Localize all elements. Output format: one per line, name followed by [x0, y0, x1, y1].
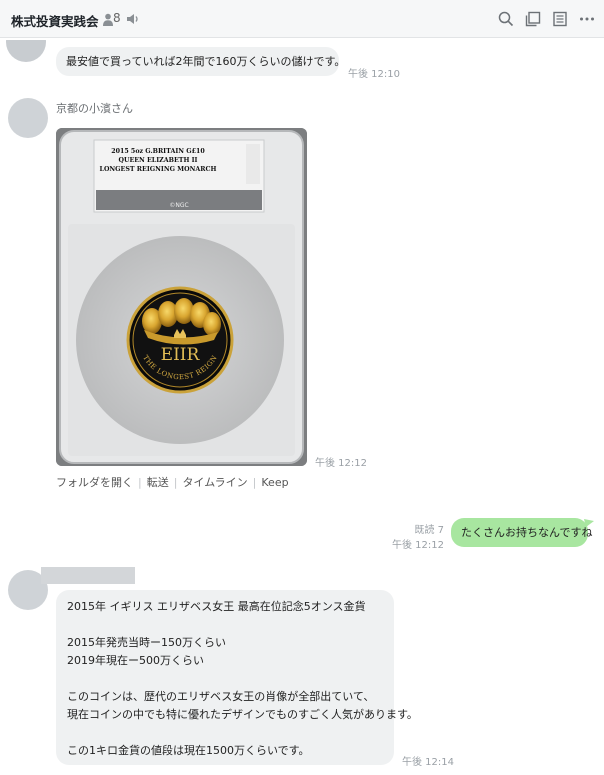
chat-title: 株式投資実践会 — [11, 14, 99, 29]
sender-name: 京都の小濱さん — [56, 102, 133, 115]
more-icon[interactable] — [578, 10, 596, 28]
album-icon[interactable] — [524, 10, 542, 28]
label-line-1: 2015 5oz G.BRITAIN G£10 — [111, 148, 205, 155]
image-actions: フォルダを開く | 転送 | タイムライン | Keep — [56, 474, 289, 490]
open-folder-link[interactable]: フォルダを開く — [56, 476, 133, 489]
coin-photo[interactable]: ©NGC 2015 5oz G.BRITAIN G£10 QUEEN ELIZA… — [56, 128, 307, 466]
message-line: 2015年 イギリス エリザベス女王 最高在位記念5オンス金貨 — [67, 600, 366, 613]
message-line: 2019年現在ー500万くらい — [67, 654, 204, 667]
message-line — [67, 724, 383, 742]
bubble-tail — [584, 519, 594, 527]
message-line: 現在コインの中でも特に優れたデザインでものすごく人気があります。 — [67, 708, 418, 721]
message-line — [67, 616, 383, 634]
label-line-2: QUEEN ELIZABETH II — [118, 157, 197, 164]
label-line-3: LONGEST REIGNING MONARCH — [100, 166, 217, 173]
chat-header: 株式投資実践会 8 — [0, 0, 604, 38]
coin-slab-image: ©NGC 2015 5oz G.BRITAIN G£10 QUEEN ELIZA… — [56, 128, 307, 466]
separator: | — [252, 476, 257, 489]
message-bubble: 最安値で買っていれば2年間で160万くらいの儲けです。 — [56, 47, 346, 76]
message-line: このコインは、歴代のエリザベス女王の肖像が全部出ていて、 — [67, 690, 375, 703]
message-bubble-self: たくさんお持ちなんですね — [451, 518, 593, 547]
search-icon[interactable] — [497, 10, 515, 28]
timeline-link[interactable]: タイムライン — [182, 476, 247, 489]
note-icon[interactable] — [551, 10, 569, 28]
separator: | — [173, 476, 178, 489]
keep-link[interactable]: Keep — [261, 476, 288, 489]
message-line: この1キロ金貨の値段は現在1500万くらいです。 — [67, 744, 310, 757]
notification-icon[interactable] — [126, 12, 140, 26]
coin-cypher: EIIR — [161, 345, 201, 365]
timestamp: 午後 12:10 — [348, 69, 400, 80]
timestamp: 午後 12:12 — [315, 458, 367, 469]
member-count: 8 — [113, 11, 121, 25]
separator: | — [138, 476, 142, 489]
grader-label: ©NGC — [169, 202, 188, 209]
avatar[interactable] — [8, 98, 48, 138]
forward-link[interactable]: 転送 — [147, 476, 169, 489]
message-bubble: 2015年 イギリス エリザベス女王 最高在位記念5オンス金貨 2015年発売当… — [56, 590, 418, 765]
timestamp: 午後 12:12 — [392, 540, 444, 551]
message-text: 最安値で買っていれば2年間で160万くらいの儲けです。 — [66, 55, 346, 68]
message-text: たくさんお持ちなんですね — [461, 526, 593, 539]
sender-name-redacted — [41, 567, 135, 584]
message-line: 2015年発売当時ー150万くらい — [67, 636, 226, 649]
message-line — [67, 670, 383, 688]
timestamp: 午後 12:14 — [402, 757, 454, 768]
read-receipt: 既読 7 — [414, 525, 444, 536]
